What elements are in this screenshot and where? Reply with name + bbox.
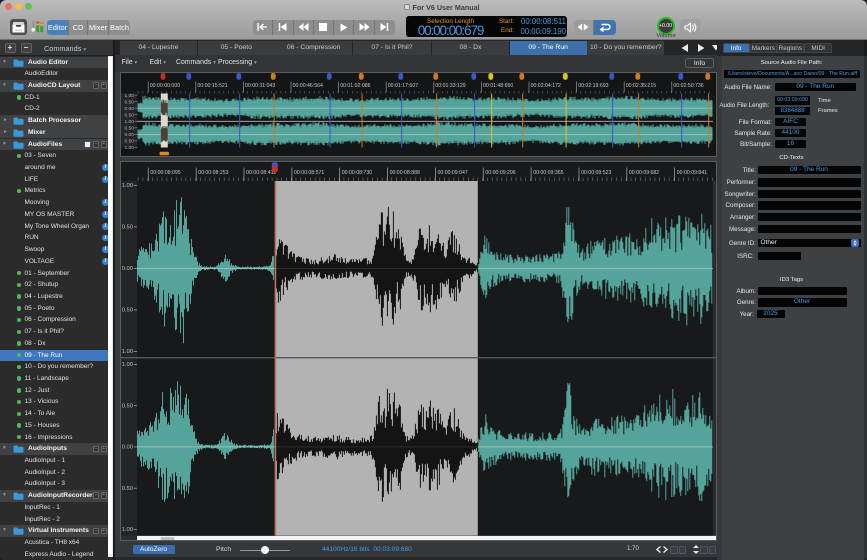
svg-text:00:00:09:365: 00:00:09:365 <box>533 170 563 176</box>
svg-text:0.50: 0.50 <box>124 99 134 105</box>
svg-text:0.50: 0.50 <box>122 486 133 492</box>
svg-text:00:02:04:172: 00:02:04:172 <box>531 83 561 89</box>
svg-text:1.00: 1.00 <box>122 362 133 368</box>
svg-text:0.50: 0.50 <box>122 403 133 409</box>
svg-text:00:01:48:650: 00:01:48:650 <box>483 83 513 89</box>
svg-text:00:02:19:693: 00:02:19:693 <box>578 83 608 89</box>
svg-text:00:00:08:095: 00:00:08:095 <box>150 170 180 176</box>
svg-text:00:01:33:129: 00:01:33:129 <box>435 83 465 89</box>
svg-text:0.00: 0.00 <box>122 444 133 450</box>
svg-text:00:01:17:607: 00:01:17:607 <box>388 83 418 89</box>
svg-text:00:00:09:682: 00:00:09:682 <box>629 170 659 176</box>
svg-text:00:00:08:571: 00:00:08:571 <box>294 170 324 176</box>
svg-text:00:00:08:253: 00:00:08:253 <box>198 170 228 176</box>
svg-text:0.50: 0.50 <box>124 138 134 144</box>
svg-text:0.50: 0.50 <box>124 125 134 131</box>
svg-text:1.00: 1.00 <box>122 527 133 533</box>
svg-text:1.00: 1.00 <box>122 183 133 189</box>
svg-text:1.00: 1.00 <box>122 349 133 355</box>
svg-text:1.00: 1.00 <box>124 145 134 151</box>
svg-text:0.50: 0.50 <box>124 112 134 118</box>
svg-text:0.00: 0.00 <box>122 266 133 272</box>
svg-text:1.00: 1.00 <box>124 118 134 124</box>
svg-text:00:00:08:730: 00:00:08:730 <box>342 170 372 176</box>
svg-text:1.00: 1.00 <box>124 92 134 98</box>
svg-text:00:00:15:521: 00:00:15:521 <box>197 83 227 89</box>
svg-text:00:00:00:000: 00:00:00:000 <box>150 83 180 89</box>
svg-text:00:02:35:215: 00:02:35:215 <box>626 83 656 89</box>
svg-text:0.50: 0.50 <box>122 224 133 230</box>
svg-text:0.00: 0.00 <box>124 132 134 138</box>
svg-text:00:00:09:047: 00:00:09:047 <box>438 170 468 176</box>
svg-text:00:00:08:412: 00:00:08:412 <box>246 170 276 176</box>
svg-text:00:01:02:086: 00:01:02:086 <box>340 83 370 89</box>
svg-text:00:00:08:888: 00:00:08:888 <box>390 170 420 176</box>
svg-text:00:00:09:841: 00:00:09:841 <box>677 170 707 176</box>
svg-text:00:00:31:043: 00:00:31:043 <box>245 83 275 89</box>
svg-text:0.00: 0.00 <box>124 105 134 111</box>
svg-text:00:00:09:523: 00:00:09:523 <box>581 170 611 176</box>
svg-text:00:02:50:736: 00:02:50:736 <box>673 83 703 89</box>
svg-text:00:00:09:206: 00:00:09:206 <box>485 170 515 176</box>
svg-text:0.50: 0.50 <box>122 307 133 313</box>
svg-text:00:00:46:564: 00:00:46:564 <box>293 83 323 89</box>
